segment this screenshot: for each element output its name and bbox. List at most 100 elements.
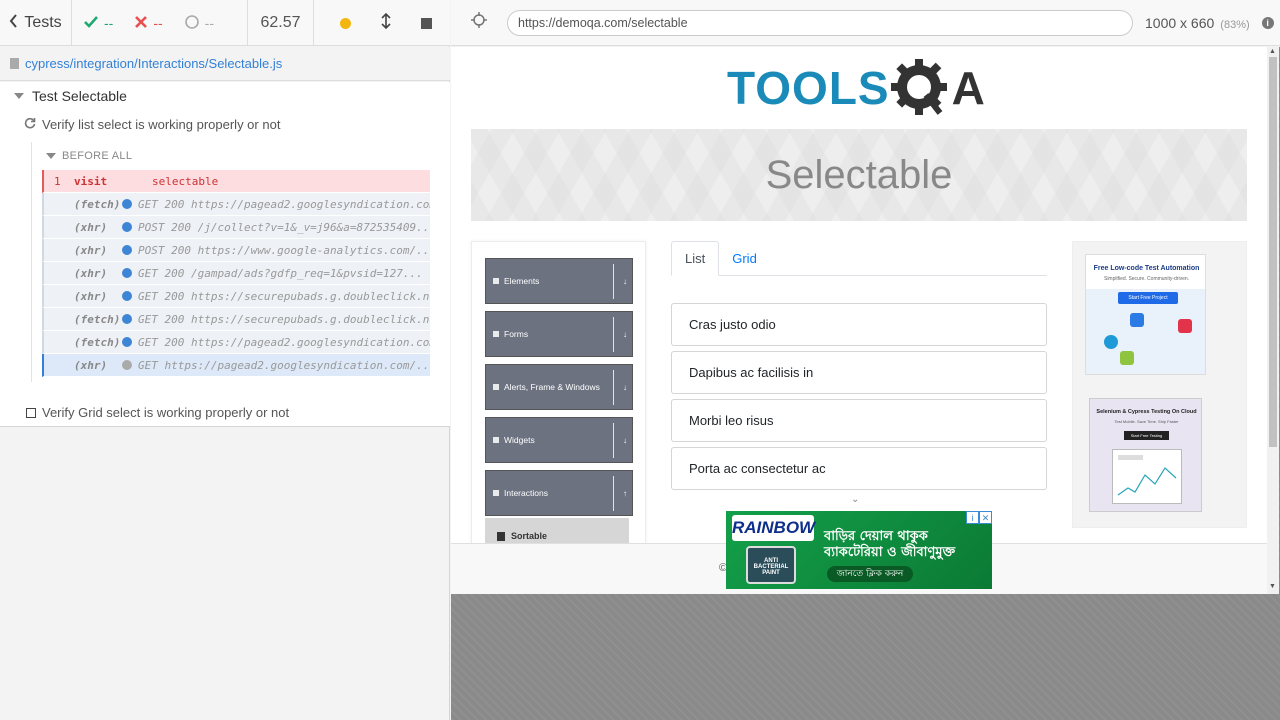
command-row[interactable]: (fetch) GET 200 https://pagead2.googlesy… — [42, 331, 430, 354]
close-icon[interactable]: ✕ — [979, 511, 992, 524]
pending-dot-icon — [122, 360, 132, 370]
aut-header: https://demoqa.com/selectable 1000 x 660… — [451, 0, 1280, 46]
failed-stat[interactable]: -- — [135, 15, 163, 31]
command-name: visit — [74, 174, 108, 188]
sidebar-group-interactions[interactable]: Interactions ↑ — [485, 470, 633, 516]
list-item[interactable]: Porta ac consectetur ac — [671, 447, 1047, 490]
sidebar-group-forms[interactable]: Forms ↓ — [485, 311, 633, 357]
command-number: 1 — [54, 174, 61, 188]
command-name: (xhr) — [74, 266, 108, 280]
bottom-banner-ad[interactable]: RAINBOW ANTI BACTERIAL PAINT বাড়ির দেয়… — [726, 511, 992, 589]
scroll-down-icon[interactable]: ▼ — [1269, 583, 1276, 590]
network-dot-icon — [122, 314, 132, 324]
crosshair-icon — [471, 12, 487, 33]
command-name: (fetch) — [74, 335, 121, 349]
tab-grid[interactable]: Grid — [719, 241, 770, 276]
file-icon — [10, 58, 19, 69]
command-message: GET https://pagead2.googlesyndication.co… — [138, 358, 430, 372]
command-name: (xhr) — [74, 289, 108, 303]
right-ad-panel: Free Low-code Test Automation Simplified… — [1072, 241, 1247, 528]
chevron-down-icon: ↓ — [623, 277, 627, 286]
divider — [613, 264, 614, 299]
refresh-icon — [24, 117, 36, 132]
scroll-up-icon[interactable]: ▲ — [1269, 48, 1276, 55]
sidebar-group-widgets[interactable]: Widgets ↓ — [485, 417, 633, 463]
scrollbar[interactable]: ▲ ▼ — [1267, 47, 1279, 594]
ad-cta-button[interactable]: Start Free Project — [1118, 292, 1178, 304]
failed-count: -- — [153, 15, 163, 31]
scroll-thumb[interactable] — [1269, 57, 1277, 447]
dashboard-image — [1112, 449, 1182, 504]
toolsqa-logo[interactable]: TOOLS A — [727, 59, 985, 117]
command-row[interactable]: (fetch) GET 200 https://securepubads.g.d… — [42, 308, 430, 331]
window-icon — [493, 384, 499, 390]
tab-list[interactable]: List — [671, 241, 720, 276]
ad-controls: i ✕ — [966, 511, 992, 524]
passed-count: -- — [104, 15, 114, 31]
viewport-info: 1000 x 660 (83%) — [1145, 15, 1250, 31]
ad-cta-button[interactable]: জানতে ক্লিক করুন — [827, 566, 913, 582]
ad-cloud-testing[interactable]: Selenium & Cypress Testing On Cloud Test… — [1089, 398, 1202, 512]
command-name: (xhr) — [74, 243, 108, 257]
selector-playground-button[interactable] — [451, 12, 507, 33]
network-dot-icon — [122, 291, 132, 301]
tests-label: Tests — [24, 14, 62, 31]
command-message: POST 200 /j/collect?v=1&_v=j96&a=8725354… — [138, 220, 430, 234]
pending-count: -- — [204, 15, 214, 31]
command-row[interactable]: (fetch) GET 200 https://pagead2.googlesy… — [42, 193, 430, 216]
divider — [613, 317, 614, 352]
ad-cta-button[interactable]: Start Free Testing — [1124, 431, 1169, 440]
suite-title-text: Test Selectable — [32, 88, 127, 104]
grid-icon — [493, 437, 499, 443]
auto-scroll-icon[interactable] — [381, 12, 391, 34]
command-visit[interactable]: 1 visit selectable — [42, 170, 430, 193]
run-controls — [314, 0, 450, 46]
list-item[interactable]: Dapibus ac facilisis in — [671, 351, 1047, 394]
list-item[interactable]: Cras justo odio — [671, 303, 1047, 346]
duration: 62.57 — [248, 0, 314, 46]
chevron-down-icon: ↓ — [623, 330, 627, 339]
page-title: Selectable — [765, 152, 953, 197]
tests-button[interactable]: Tests — [0, 0, 72, 46]
network-dot-icon — [122, 337, 132, 347]
command-row-pending[interactable]: (xhr) GET https://pagead2.googlesyndicat… — [42, 354, 430, 377]
chevron-up-icon: ↑ — [623, 489, 627, 498]
passed-stat[interactable]: -- — [84, 15, 113, 31]
gear-icon — [890, 57, 952, 119]
suite-title[interactable]: Test Selectable — [14, 88, 127, 104]
stop-icon[interactable] — [421, 17, 432, 29]
command-message: selectable — [152, 174, 219, 188]
pending-stat[interactable]: -- — [184, 14, 214, 32]
command-row[interactable]: (xhr) GET 200 /gampad/ads?gdfp_req=1&pvs… — [42, 262, 430, 285]
ad-info-icon[interactable]: i — [966, 511, 979, 524]
tile-icon — [1178, 319, 1192, 333]
group-label: Alerts, Frame & Windows — [504, 382, 600, 392]
interactions-icon — [493, 490, 499, 496]
command-name: (xhr) — [74, 358, 108, 372]
network-dot-icon — [122, 222, 132, 232]
command-message: POST 200 https://www.google-analytics.co… — [138, 243, 430, 257]
spec-path-link[interactable]: cypress/integration/Interactions/Selecta… — [25, 56, 282, 71]
test-item-pending[interactable]: Verify Grid select is working properly o… — [26, 405, 289, 420]
spec-file-bar: cypress/integration/Interactions/Selecta… — [0, 47, 450, 81]
ad-low-code[interactable]: Free Low-code Test Automation Simplified… — [1085, 254, 1206, 375]
network-dot-icon — [122, 245, 132, 255]
divider — [613, 423, 614, 458]
test-item-running[interactable]: Verify list select is working properly o… — [24, 117, 280, 132]
network-dot-icon — [122, 199, 132, 209]
command-row[interactable]: (xhr) GET 200 https://securepubads.g.dou… — [42, 285, 430, 308]
url-bar[interactable]: https://demoqa.com/selectable — [507, 9, 1133, 36]
sidebar-group-alerts[interactable]: Alerts, Frame & Windows ↓ — [485, 364, 633, 410]
ad-subtitle: Simplified. Secure. Community-driven. — [1103, 276, 1190, 282]
divider — [613, 370, 614, 405]
chevron-down-icon: ↓ — [623, 383, 627, 392]
group-label: Elements — [504, 276, 540, 286]
list-item[interactable]: Morbi leo risus — [671, 399, 1047, 442]
info-icon[interactable]: i — [1261, 16, 1274, 29]
sidebar-group-elements[interactable]: Elements ↓ — [485, 258, 633, 304]
command-row[interactable]: (xhr) POST 200 /j/collect?v=1&_v=j96&a=8… — [42, 216, 430, 239]
hook-title[interactable]: BEFORE ALL — [46, 150, 132, 162]
command-row[interactable]: (xhr) POST 200 https://www.google-analyt… — [42, 239, 430, 262]
viewport-size: 1000 x 660 — [1145, 14, 1215, 31]
command-name: (xhr) — [74, 220, 108, 234]
